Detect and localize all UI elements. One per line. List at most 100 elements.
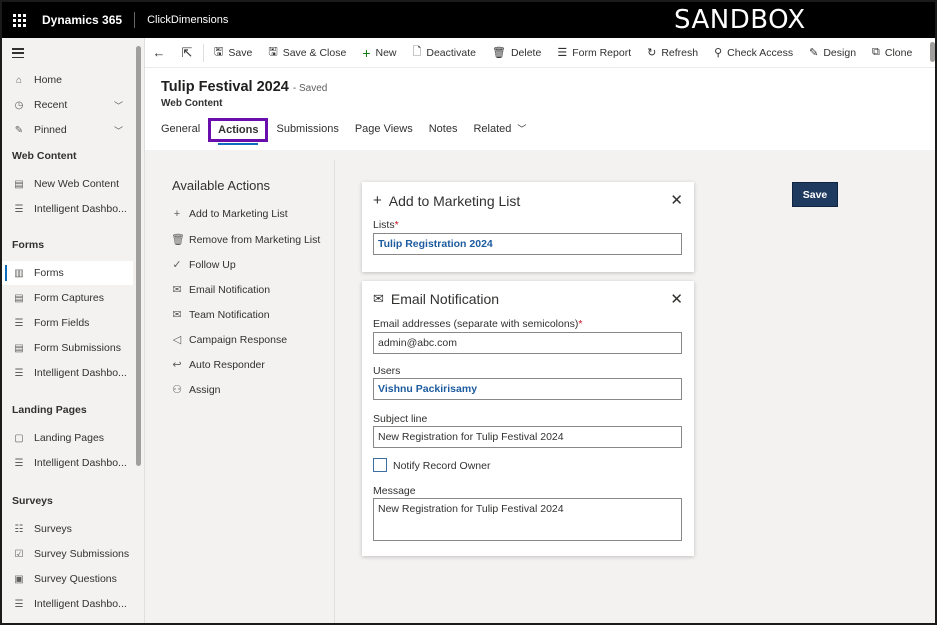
sidebar-item-new-web-content[interactable]: ▤ New Web Content [2,172,133,196]
sidebar-item-intelligent-dashbo[interactable]: ☰ Intelligent Dashbo... [2,592,133,616]
tab-list: General Actions Submissions Page Views Notes… [153,118,534,145]
chevron-down-icon: ﹀ [517,124,527,134]
notify-record-owner-checkbox[interactable] [373,458,387,472]
tab-page-views[interactable]: Page Views [347,118,421,142]
tab-notes[interactable]: Notes [421,118,466,142]
page-icon: ▢ [14,432,24,444]
save-button[interactable]: Save [792,182,838,207]
chevron-down-icon[interactable]: ﹀ [114,124,123,137]
form-report-command[interactable]: ☰ Form Report [549,38,639,68]
people-icon: ⚇ [172,384,182,396]
sidebar-item-landing-pages[interactable]: ▢ Landing Pages [2,426,133,450]
close-icon[interactable]: ✕ [670,191,683,209]
sidebar-item-label: Intelligent Dashbo... [34,457,127,469]
sidebar-item-forms[interactable]: ▥ Forms [2,261,133,285]
email-addresses-input[interactable]: admin@abc.com [373,332,682,354]
action-label: Follow Up [189,258,236,271]
design-command[interactable]: ✎ Design [801,38,864,68]
action-assign[interactable]: ⚇ Assign [171,383,221,397]
chevron-down-icon[interactable]: ﹀ [114,99,123,112]
command-label: Design [823,46,857,59]
tab-label: Related [473,123,512,135]
sidebar-item-label: Intelligent Dashbo... [34,598,127,610]
clone-command[interactable]: ⧉ Clone [864,38,920,68]
save-status: - Saved [292,83,328,94]
sidebar-item-home[interactable]: ⌂ Home [2,68,133,92]
hamburger-menu-icon[interactable] [12,48,24,58]
check-access-command[interactable]: ⚲ Check Access [706,38,801,68]
subject-line-input[interactable]: New Registration for Tulip Festival 2024 [373,426,682,448]
sidebar-item-intelligent-dashbo[interactable]: ☰ Intelligent Dashbo... [2,197,133,221]
sidebar-item-intelligent-dashbo[interactable]: ☰ Intelligent Dashbo... [2,361,133,385]
sidebar-item-label: Forms [34,267,64,279]
close-icon[interactable]: ✕ [670,290,683,308]
deactivate-command[interactable]: 🗋 Deactivate [405,38,484,68]
tab-label: Actions [218,124,259,136]
sidebar-item-label: Form Submissions [34,342,121,354]
tab-label: Page Views [354,123,413,135]
mail-icon: ✉ [373,291,384,306]
card-title-text: Email Notification [390,291,500,307]
mail-icon: ✉ [172,309,182,321]
action-label: Assign [189,383,221,396]
page-scrollbar[interactable] [930,42,935,62]
sidebar-item-survey-submissions[interactable]: ☑ Survey Submissions [2,542,133,566]
sidebar-item-recent[interactable]: ◷ Recent ﹀ [2,93,133,117]
command-label: Save & Close [282,46,347,59]
dashboard-icon: ☰ [14,203,24,215]
sidebar-item-form-fields[interactable]: ☰ Form Fields [2,311,133,335]
popout-icon[interactable]: ⇱ [173,38,201,68]
action-auto-responder[interactable]: ↩ Auto Responder [171,358,265,372]
command-list: 🖫 Save 🖫 Save & Close + New 🗋 Deactivate 🗑 Delete… [206,38,920,68]
home-icon: ⌂ [15,74,23,86]
refresh-command[interactable]: ↻ Refresh [639,38,706,68]
save-close-icon: 🖫 [268,46,278,58]
sidebar-item-label: Survey Questions [34,573,117,585]
sidebar-scrollbar[interactable] [136,46,141,466]
app-launcher-icon[interactable] [2,2,36,38]
app-name[interactable]: Dynamics 365 [42,12,136,28]
capture-icon: ▤ [14,292,24,304]
sidebar-item-form-submissions[interactable]: ▤ Form Submissions [2,336,133,360]
card-title: ✉ Email Notification [373,291,499,307]
sidebar-item-survey-questions[interactable]: ▣ Survey Questions [2,567,133,591]
reply-icon: ↩ [172,359,182,371]
action-team-notification[interactable]: ✉ Team Notification [171,308,270,322]
action-follow-up[interactable]: ✓ Follow Up [171,258,236,272]
action-add-to-marketing-list[interactable]: + Add to Marketing List [171,208,288,220]
sidebar-item-intelligent-dashbo[interactable]: ☰ Intelligent Dashbo... [2,451,133,475]
check-icon: ☑ [14,548,24,560]
sidebar-item-form-captures[interactable]: ▤ Form Captures [2,286,133,310]
app-module-name[interactable]: ClickDimensions [147,14,228,26]
tab-actions[interactable]: Actions [208,118,269,145]
tab-related[interactable]: Related ﹀ [465,118,534,142]
lists-input[interactable]: Tulip Registration 2024 [373,233,682,255]
email-addresses-label: Email addresses (separate with semicolon… [373,318,583,330]
action-email-notification[interactable]: ✉ Email Notification [171,283,270,297]
tab-submissions[interactable]: Submissions [268,118,346,142]
back-arrow-icon[interactable]: ← [145,38,173,68]
sidebar-item-pinned[interactable]: ✎ Pinned ﹀ [2,118,133,142]
users-label: Users [373,365,401,377]
sidebar-group-surveys: Surveys [12,495,53,507]
form-content: Available Actions + Add to Marketing List… [145,150,935,623]
action-campaign-response[interactable]: ◁ Campaign Response [171,333,287,347]
question-icon: ▣ [14,573,24,585]
sidebar-item-surveys[interactable]: ☷ Surveys [2,517,133,541]
entity-name: Web Content [161,98,223,109]
top-bar: Dynamics 365 ClickDimensions SANDBOX [2,2,935,38]
message-label: Message [373,485,416,497]
command-label: Check Access [727,46,794,59]
action-remove-from-marketing-list[interactable]: 🗑 Remove from Marketing List [171,233,320,247]
users-input[interactable]: Vishnu Packirisamy [373,378,682,400]
record-title: Tulip Festival 2024- Saved [161,79,327,95]
save-command[interactable]: 🖫 Save [206,38,260,68]
save-close-command[interactable]: 🖫 Save & Close [260,38,354,68]
delete-command[interactable]: 🗑 Delete [484,38,549,68]
message-textarea[interactable]: New Registration for Tulip Festival 2024 [373,498,682,541]
tab-label: Notes [428,123,458,135]
tab-label: General [161,123,201,135]
tab-general[interactable]: General [153,118,208,142]
new-command[interactable]: + New [354,38,404,68]
action-label: Team Notification [189,308,270,321]
